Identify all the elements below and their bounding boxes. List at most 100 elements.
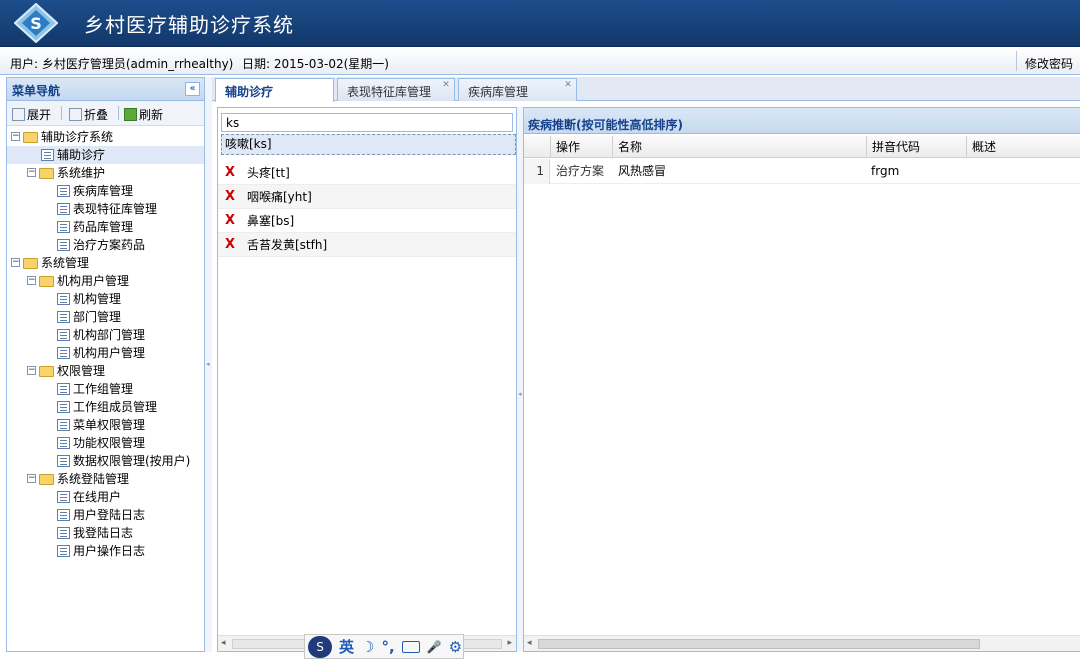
horizontal-scrollbar[interactable]: ◂ — [524, 635, 1080, 651]
column-header-action[interactable]: 操作 — [550, 136, 612, 158]
column-header-code[interactable]: 拼音代码 — [866, 136, 966, 158]
collapse-all-button[interactable]: 折叠 — [69, 106, 108, 123]
tab-symptom-library[interactable]: 表现特征库管理 ✕ — [337, 78, 455, 101]
tree-item[interactable]: 工作组管理 — [7, 380, 204, 398]
ime-toolbar: S 英 ☽ °, 🎤 ⚙ — [304, 634, 464, 659]
tree-item[interactable]: 数据权限管理(按用户) — [7, 452, 204, 470]
collapse-toggle-icon[interactable]: − — [27, 168, 36, 177]
tree-item-label: 辅助诊疗 — [57, 148, 106, 162]
collapse-toggle-icon[interactable]: − — [11, 258, 20, 267]
tree-item-label: 机构管理 — [73, 292, 122, 306]
tree-item-label: 机构用户管理 — [57, 274, 130, 288]
tree-item[interactable]: 表现特征库管理 — [7, 200, 204, 218]
tree-item[interactable]: 用户登陆日志 — [7, 506, 204, 524]
close-icon[interactable]: ✕ — [441, 81, 451, 91]
page-icon — [41, 149, 54, 161]
menu-navigation-panel: 菜单导航 « 展开 折叠 刷新 − 辅助诊疗系统 辅助诊疗 − 系统维护 疾病库管理 表现特… — [6, 77, 205, 652]
change-password-link[interactable]: 修改密码 — [1025, 55, 1073, 72]
tree-item[interactable]: − 辅助诊疗系统 — [7, 128, 204, 146]
collapse-toggle-icon[interactable]: − — [11, 132, 20, 141]
page-icon — [57, 347, 70, 359]
punctuation-icon[interactable]: °, — [381, 638, 394, 656]
remove-symptom-icon[interactable]: X — [225, 233, 235, 257]
panel-header: 疾病推断(按可能性高低排序) — [524, 108, 1080, 134]
tree-item[interactable]: 药品库管理 — [7, 218, 204, 236]
tab-disease-library[interactable]: 疾病库管理 ✕ — [458, 78, 577, 101]
microphone-icon[interactable]: 🎤 — [427, 640, 442, 654]
ime-language-toggle[interactable]: 英 — [339, 636, 354, 657]
scrollbar-thumb[interactable] — [538, 639, 980, 649]
expand-all-button[interactable]: 展开 — [12, 106, 51, 123]
tree-item-label: 疾病库管理 — [73, 184, 134, 198]
splitter-arrow-icon: ◂ — [518, 390, 522, 398]
tree-item-label: 系统管理 — [41, 256, 90, 270]
tree-item[interactable]: 菜单权限管理 — [7, 416, 204, 434]
tree-item[interactable]: − 系统登陆管理 — [7, 470, 204, 488]
gear-icon[interactable]: ⚙ — [449, 638, 462, 656]
close-icon[interactable]: ✕ — [563, 81, 573, 91]
tree-item[interactable]: − 机构用户管理 — [7, 272, 204, 290]
folder-icon — [23, 132, 38, 143]
tree-item-label: 权限管理 — [57, 364, 106, 378]
panel-title: 疾病推断(按可能性高低排序) — [528, 118, 683, 132]
toolbar-divider — [118, 106, 119, 120]
refresh-icon — [124, 108, 137, 121]
tree-item[interactable]: 机构管理 — [7, 290, 204, 308]
collapse-toggle-icon[interactable]: − — [27, 276, 36, 285]
table-row[interactable]: 1 治疗方案 风热感冒 frgm — [524, 159, 1080, 184]
column-header-name[interactable]: 名称 — [612, 136, 866, 158]
tree-item-label: 治疗方案药品 — [73, 238, 146, 252]
divider — [1016, 51, 1017, 71]
folder-icon — [23, 258, 38, 269]
scroll-left-icon[interactable]: ◂ — [221, 638, 226, 648]
page-icon — [57, 311, 70, 323]
row-number: 1 — [524, 159, 550, 184]
remove-symptom-icon[interactable]: X — [225, 185, 235, 209]
menu-tree: − 辅助诊疗系统辅助诊疗 − 系统维护疾病库管理表现特征库管理 药品库管理治疗方案药品 −… — [7, 128, 204, 560]
tree-item[interactable]: 功能权限管理 — [7, 434, 204, 452]
tree-item[interactable]: 疾病库管理 — [7, 182, 204, 200]
remove-symptom-icon[interactable]: X — [225, 161, 235, 185]
tree-item-label: 工作组成员管理 — [73, 400, 158, 414]
column-header-summary[interactable]: 概述 — [966, 136, 1080, 158]
grid-header: 操作 名称 拼音代码 概述 — [524, 136, 1080, 158]
tree-item[interactable]: 部门管理 — [7, 308, 204, 326]
scroll-right-icon[interactable]: ▸ — [507, 638, 512, 648]
page-icon — [57, 401, 70, 413]
treatment-plan-link[interactable]: 治疗方案 — [556, 159, 604, 184]
collapse-toggle-icon[interactable]: − — [27, 474, 36, 483]
tree-item[interactable]: − 系统维护 — [7, 164, 204, 182]
tree-item[interactable]: 我登陆日志 — [7, 524, 204, 542]
symptom-search-input[interactable] — [221, 113, 513, 132]
tree-item[interactable]: 机构部门管理 — [7, 326, 204, 344]
remove-symptom-icon[interactable]: X — [225, 209, 235, 233]
keyboard-icon[interactable] — [401, 640, 420, 653]
tree-item[interactable]: 工作组成员管理 — [7, 398, 204, 416]
folder-icon — [39, 168, 54, 179]
collapse-toggle-icon[interactable]: − — [27, 366, 36, 375]
tree-item[interactable]: − 系统管理 — [7, 254, 204, 272]
tree-item-label: 工作组管理 — [73, 382, 134, 396]
tab-assisted-diagnosis[interactable]: 辅助诊疗 — [215, 78, 334, 102]
tree-item[interactable]: 辅助诊疗 — [7, 146, 204, 164]
page-icon — [57, 221, 70, 233]
tree-item[interactable]: − 权限管理 — [7, 362, 204, 380]
tree-item[interactable]: 治疗方案药品 — [7, 236, 204, 254]
collapse-panel-button[interactable]: « — [185, 82, 200, 96]
tree-item[interactable]: 机构用户管理 — [7, 344, 204, 362]
tree-item[interactable]: 用户操作日志 — [7, 542, 204, 560]
app-logo-icon: S — [14, 3, 58, 43]
autocomplete-suggestion[interactable]: 咳嗽[ks] — [221, 134, 516, 155]
scroll-left-icon[interactable]: ◂ — [527, 638, 532, 648]
list-item: X 咽喉痛[yht] — [218, 185, 516, 209]
ime-logo-icon[interactable]: S — [308, 635, 332, 658]
page-icon — [57, 293, 70, 305]
left-splitter[interactable]: ◂ — [205, 77, 212, 652]
page-icon — [57, 185, 70, 197]
list-item: X 鼻塞[bs] — [218, 209, 516, 233]
moon-icon[interactable]: ☽ — [361, 638, 374, 656]
tree-item[interactable]: 在线用户 — [7, 488, 204, 506]
refresh-button[interactable]: 刷新 — [124, 106, 163, 123]
tree-item-label: 部门管理 — [73, 310, 122, 324]
tree-item-label: 菜单权限管理 — [73, 418, 146, 432]
